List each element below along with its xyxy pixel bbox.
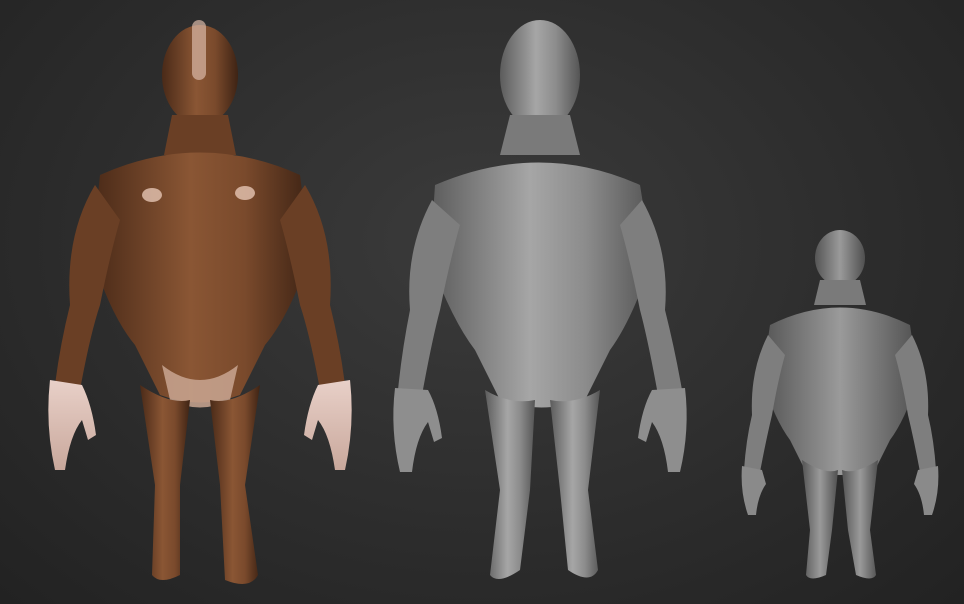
clay-back-figure-silhouette bbox=[741, 230, 939, 579]
clay-front-figure bbox=[390, 10, 710, 585]
render-viewport bbox=[0, 0, 964, 604]
clay-back-figure bbox=[740, 230, 940, 590]
clay-front-figure-silhouette bbox=[393, 20, 687, 579]
painted-figure-silhouette bbox=[48, 20, 352, 584]
painted-front-figure bbox=[40, 15, 370, 595]
